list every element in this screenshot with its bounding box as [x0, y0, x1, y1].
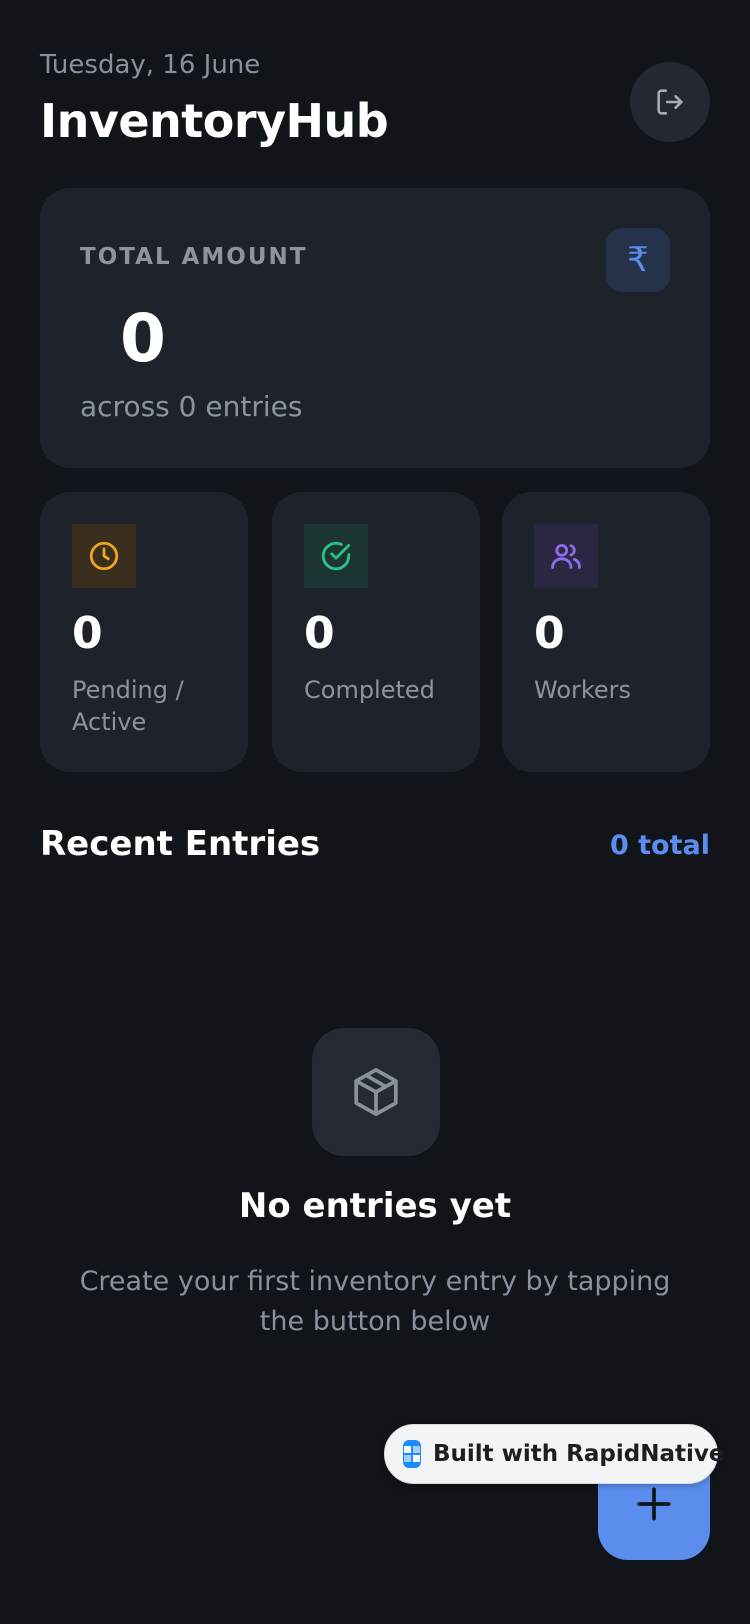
stat-value: 0 [72, 608, 103, 659]
home-screen: Tuesday, 16 June InventoryHub TOTAL AMOU… [0, 0, 750, 1624]
recent-entries-title: Recent Entries [40, 824, 321, 864]
total-amount-card: TOTAL AMOUNT 0 across 0 entries ₹ [40, 188, 710, 468]
page-title: InventoryHub [40, 94, 389, 148]
badge-label: Built with RapidNative [433, 1441, 725, 1467]
logout-button[interactable] [630, 62, 710, 142]
stat-label: Workers [534, 676, 632, 704]
stat-label: Completed [304, 676, 435, 704]
clock-icon [72, 524, 136, 588]
check-circle-icon [304, 524, 368, 588]
stat-card-completed[interactable]: 0 Completed [272, 492, 480, 772]
total-amount-subtitle: across 0 entries [80, 390, 303, 423]
empty-state-description: Create your first inventory entry by tap… [79, 1266, 671, 1337]
plus-icon [637, 1487, 671, 1521]
package-icon [312, 1028, 440, 1156]
header-date: Tuesday, 16 June [40, 50, 261, 80]
built-with-badge[interactable]: Built with RapidNative [384, 1424, 724, 1484]
stat-card-pending[interactable]: 0 Pending / Active [40, 492, 248, 772]
stat-value: 0 [534, 608, 565, 659]
total-amount-label: TOTAL AMOUNT [80, 244, 308, 270]
recent-entries-count[interactable]: 0 total [610, 830, 710, 861]
rapidnative-logo-icon [403, 1440, 421, 1468]
rupee-icon: ₹ [606, 228, 670, 292]
empty-state-title: No entries yet [238, 1186, 512, 1226]
logout-icon [657, 89, 683, 115]
total-amount-value: 0 [120, 300, 166, 377]
users-icon [534, 524, 598, 588]
stat-value: 0 [304, 608, 335, 659]
stat-label: Pending / Active [72, 676, 184, 736]
stat-card-workers[interactable]: 0 Workers [502, 492, 710, 772]
